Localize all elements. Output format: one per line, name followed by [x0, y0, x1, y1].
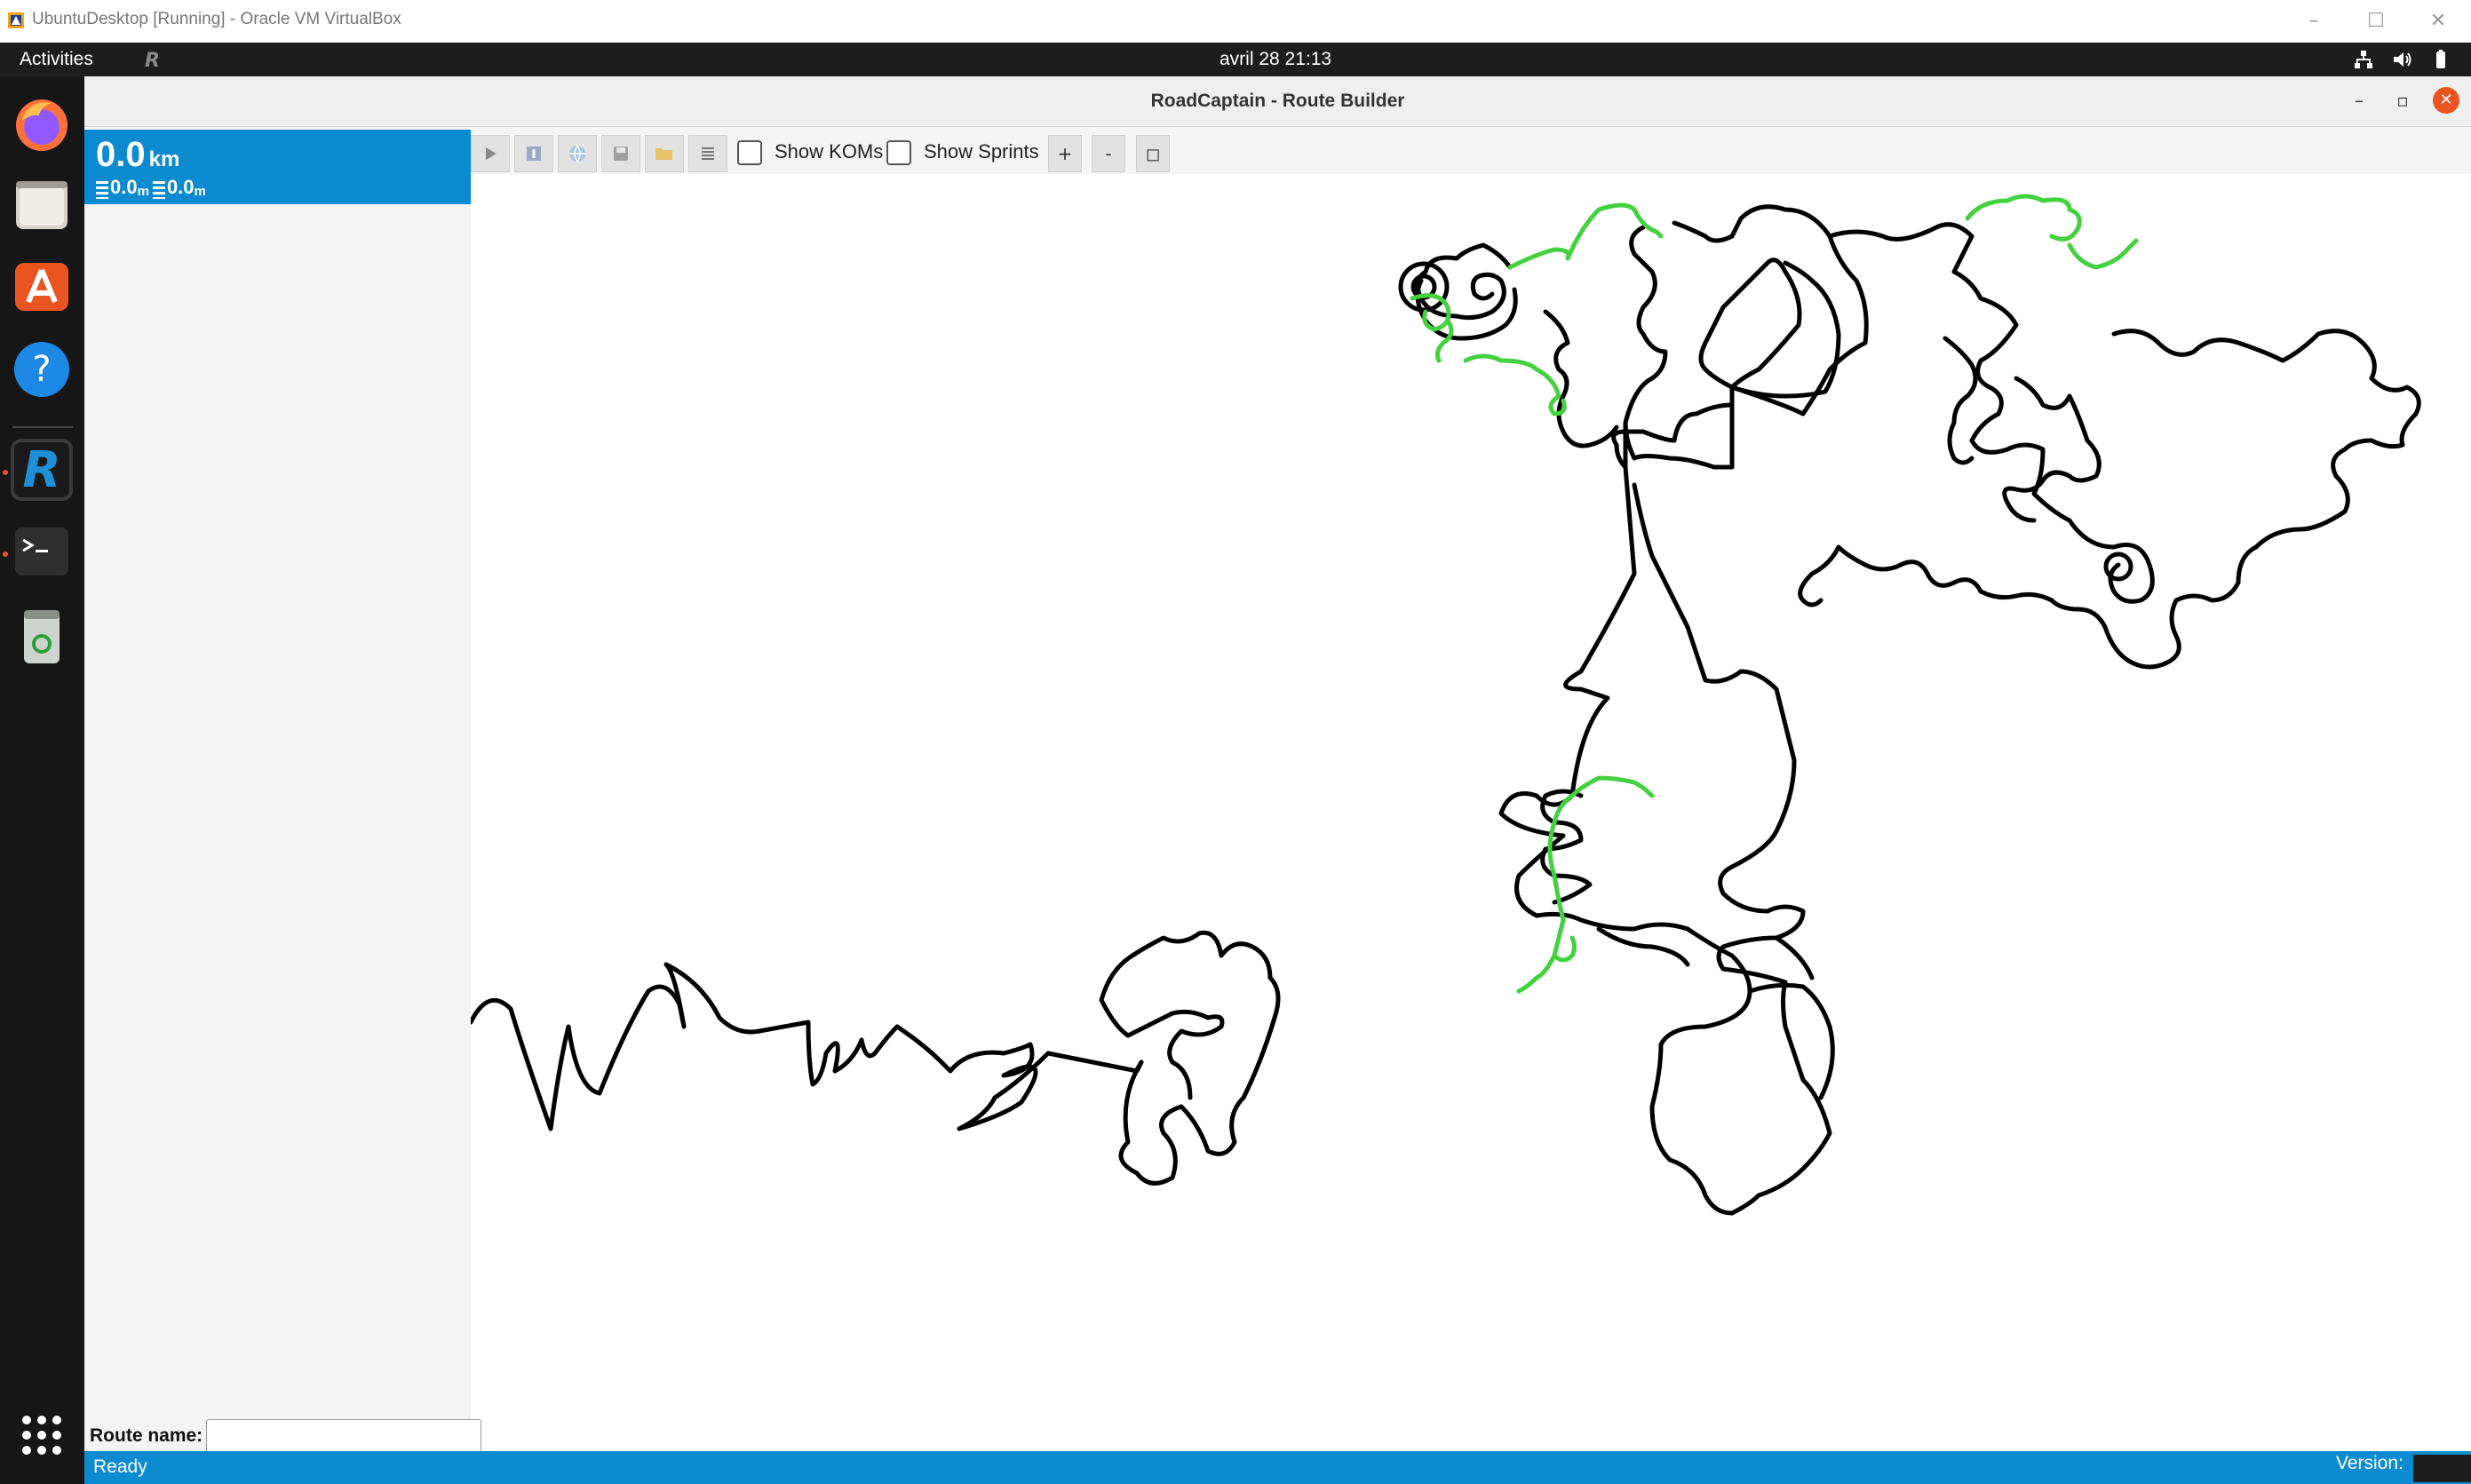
status-bar: Ready Version: [84, 1451, 2471, 1484]
svg-text:?: ? [32, 349, 51, 390]
ubuntu-top-bar: Activities R avril 28 21:13 [0, 43, 2471, 76]
play-icon [486, 147, 497, 160]
save-icon [614, 147, 628, 161]
status-text: Ready [93, 1456, 147, 1477]
show-sprints-checkbox[interactable] [886, 140, 911, 165]
route-map-canvas[interactable] [471, 174, 2471, 1451]
app-titlebar: RoadCaptain - Route Builder – ▫ ✕ [84, 76, 2471, 127]
host-maximize-button[interactable]: ☐ [2358, 5, 2394, 37]
svg-text:R: R [22, 441, 60, 499]
segment-list-button[interactable] [688, 135, 727, 172]
strava-button[interactable] [514, 135, 553, 172]
show-koms-checkbox[interactable] [737, 140, 762, 165]
reset-zoom-button[interactable]: ◻ [1136, 135, 1170, 172]
activities-button[interactable]: Activities [20, 49, 93, 70]
network-icon[interactable] [2352, 48, 2375, 71]
host-close-button[interactable]: ✕ [2420, 5, 2456, 37]
simulate-button[interactable] [471, 135, 510, 172]
clock[interactable]: avril 28 21:13 [1220, 49, 1331, 70]
elevation-readout: 0.0 m 0.0 m [96, 176, 210, 199]
road-segment[interactable] [2049, 329, 2421, 670]
road-segment[interactable] [1623, 225, 1668, 425]
road-segment[interactable] [471, 962, 1144, 1131]
road-segment[interactable] [1943, 336, 1978, 465]
road-segment[interactable] [1827, 222, 2155, 604]
dock-firefox[interactable] [11, 94, 73, 156]
road-segment[interactable] [1798, 544, 2054, 607]
version-label: Version: [2336, 1453, 2403, 1473]
app-title: RoadCaptain - Route Builder [1150, 91, 1405, 111]
distance-unit: km [148, 147, 180, 171]
host-window-title: UbuntuDesktop [Running] - Oracle VM Virt… [32, 10, 401, 28]
route-segments-list[interactable] [84, 204, 471, 1421]
battery-icon[interactable] [2429, 48, 2452, 71]
version-value [2413, 1455, 2471, 1482]
dock-trash[interactable] [11, 605, 73, 667]
dock-terminal[interactable] [11, 520, 73, 583]
volume-icon[interactable] [2391, 48, 2414, 71]
descent-icon [152, 181, 165, 199]
help-icon: ? [14, 342, 69, 397]
dock-files[interactable] [11, 174, 73, 236]
show-apps-grid-icon[interactable] [20, 1413, 64, 1457]
app-close-button[interactable]: ✕ [2433, 87, 2459, 114]
descent-unit: m [194, 184, 206, 199]
app-restore-button[interactable]: ▫ [2389, 87, 2416, 114]
dock-separator [12, 426, 73, 428]
roadcaptain-icon: R [14, 441, 69, 499]
app-minimize-button[interactable]: – [2346, 87, 2372, 114]
zoom-in-button[interactable]: + [1048, 135, 1082, 172]
segment-map[interactable] [471, 174, 2471, 1451]
show-sprints-label: Show Sprints [924, 140, 1039, 163]
dock-help[interactable]: ? [11, 338, 73, 401]
trash-icon [24, 610, 60, 663]
firefox-icon [16, 99, 68, 151]
highlight-segment[interactable] [2067, 238, 2139, 270]
route-stats-panel: 0.0 km 0.0 m 0.0 m [84, 130, 471, 204]
highlight-segment[interactable] [1463, 353, 1567, 417]
terminal-icon [15, 528, 68, 575]
road-segment[interactable] [2002, 376, 2102, 523]
save-button[interactable] [601, 135, 640, 172]
dock: ? R [0, 76, 84, 1484]
host-window-titlebar: UbuntuDesktop [Running] - Oracle VM Virt… [0, 0, 2471, 43]
list-icon [702, 147, 714, 160]
virtualbox-icon [8, 12, 24, 28]
road-segment[interactable] [1672, 204, 1869, 417]
open-folder-icon [655, 148, 672, 160]
world-select-button[interactable] [558, 135, 597, 172]
running-indicator [3, 552, 8, 557]
svg-text:R: R [145, 50, 160, 70]
globe-icon [569, 145, 585, 163]
road-segment[interactable] [1543, 309, 1619, 448]
running-indicator [3, 470, 8, 475]
dock-roadcaptain[interactable]: R [11, 439, 73, 501]
descent-value: 0.0 [166, 176, 195, 198]
highlight-segment[interactable] [1965, 194, 2082, 242]
ascent-icon [96, 181, 108, 199]
distance-readout: 0.0 km [96, 135, 179, 175]
route-builder-window: RoadCaptain - Route Builder – ▫ ✕ 0.0 km … [84, 76, 2471, 1484]
road-segment[interactable] [1099, 930, 1281, 1186]
ascent-unit: m [137, 184, 149, 199]
highlight-segment[interactable] [1516, 775, 1655, 994]
open-route-button[interactable] [645, 135, 684, 172]
files-icon [16, 181, 68, 229]
zoom-out-button[interactable]: - [1092, 135, 1125, 172]
ascent-value: 0.0 [110, 176, 138, 198]
map-toolbar: Show KOMs Show Sprints + - ◻ [471, 130, 1270, 172]
strava-icon [527, 147, 541, 161]
road-segment[interactable] [1611, 258, 1841, 470]
road-segment[interactable] [1596, 926, 1690, 967]
show-koms-label: Show KOMs [775, 140, 884, 163]
dock-app-center[interactable] [11, 254, 73, 316]
road-segment[interactable] [1774, 935, 1815, 980]
host-minimize-button[interactable]: – [2296, 5, 2332, 37]
distance-value: 0.0 [96, 135, 146, 174]
app-center-icon [15, 263, 68, 311]
roadcaptain-small-icon[interactable]: R [142, 49, 167, 70]
route-name-label: Route name: [90, 1425, 203, 1446]
